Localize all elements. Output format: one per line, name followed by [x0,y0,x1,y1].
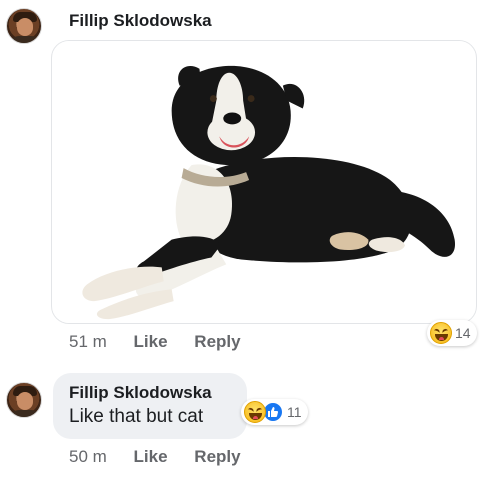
comment-image-attachment[interactable] [51,40,477,324]
like-link[interactable]: Like [134,447,168,466]
avatar[interactable] [6,8,42,44]
haha-emoji-icon [430,322,452,344]
comment-timestamp[interactable]: 51 m [69,332,107,351]
avatar[interactable] [6,382,42,418]
reaction-summary[interactable]: 11 [241,399,308,425]
reaction-count: 11 [287,404,302,420]
comment-meta-row: 51 m Like Reply [69,332,241,352]
reaction-summary[interactable]: 14 [427,320,477,346]
avatar-shirt [9,36,41,43]
comment-text: Like that but cat [69,406,204,427]
comment-author-name[interactable]: Fillip Sklodowska [69,11,212,31]
comment-bubble: Fillip Sklodowska Like that but cat [53,373,247,439]
dog-photo [52,41,476,323]
avatar-shirt [9,410,41,417]
haha-emoji-icon [244,401,266,423]
comment-timestamp[interactable]: 50 m [69,447,107,466]
reply-link[interactable]: Reply [194,332,240,351]
reply-link[interactable]: Reply [194,447,240,466]
comment-meta-row: 50 m Like Reply [69,447,241,467]
avatar-face [17,18,33,36]
comment-author-name[interactable]: Fillip Sklodowska [69,383,247,403]
avatar-face [17,392,33,410]
like-link[interactable]: Like [134,332,168,351]
reaction-count: 14 [455,325,471,341]
